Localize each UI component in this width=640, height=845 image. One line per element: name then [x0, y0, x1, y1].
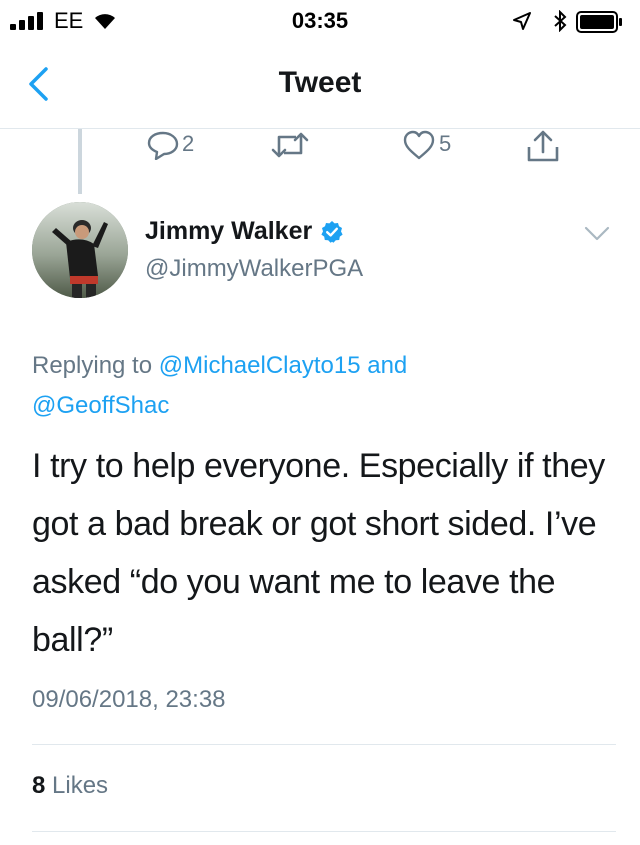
- tweet-text: I try to help everyone. Especially if th…: [32, 447, 605, 659]
- like-heart-icon[interactable]: [402, 130, 436, 160]
- retweet-icon[interactable]: [270, 130, 310, 160]
- status-time: 03:35: [291, 8, 349, 33]
- chevron-down-icon[interactable]: [584, 226, 610, 242]
- battery-icon: [576, 11, 622, 33]
- tweet-timestamp: 09/06/2018, 23:38: [32, 686, 226, 713]
- avatar[interactable]: [32, 202, 128, 298]
- bluetooth-icon: [554, 10, 567, 32]
- reply-count: 2: [182, 131, 195, 156]
- likes-count: 8: [32, 772, 46, 799]
- share-icon[interactable]: [526, 130, 560, 162]
- divider: [32, 744, 616, 745]
- thread-connector-line: [78, 129, 82, 194]
- status-bar: EE 03:35: [0, 0, 640, 40]
- likes-summary[interactable]: 8 Likes: [32, 772, 108, 800]
- mention-link[interactable]: @MichaelClayto15: [159, 352, 361, 379]
- avatar-photo: [32, 202, 128, 298]
- like-count: 5: [439, 131, 452, 156]
- mention-link[interactable]: @GeoffShac: [32, 392, 169, 419]
- likes-label: Likes: [52, 772, 109, 799]
- nav-divider: [0, 128, 640, 129]
- author-name-row[interactable]: Jimmy Walker: [145, 217, 344, 246]
- divider: [32, 831, 616, 832]
- author-handle[interactable]: @JimmyWalkerPGA: [145, 255, 363, 283]
- location-arrow-icon: [513, 12, 531, 30]
- reply-icon[interactable]: [146, 130, 180, 160]
- author-name[interactable]: Jimmy Walker: [145, 217, 312, 246]
- verified-badge-icon: [321, 220, 343, 243]
- replying-to: Replying to @MichaelClayto15 and @GeoffS…: [32, 346, 612, 426]
- replying-conjunction[interactable]: and: [367, 352, 407, 379]
- page-title: Tweet: [278, 66, 362, 99]
- replying-prefix: Replying to: [32, 352, 153, 379]
